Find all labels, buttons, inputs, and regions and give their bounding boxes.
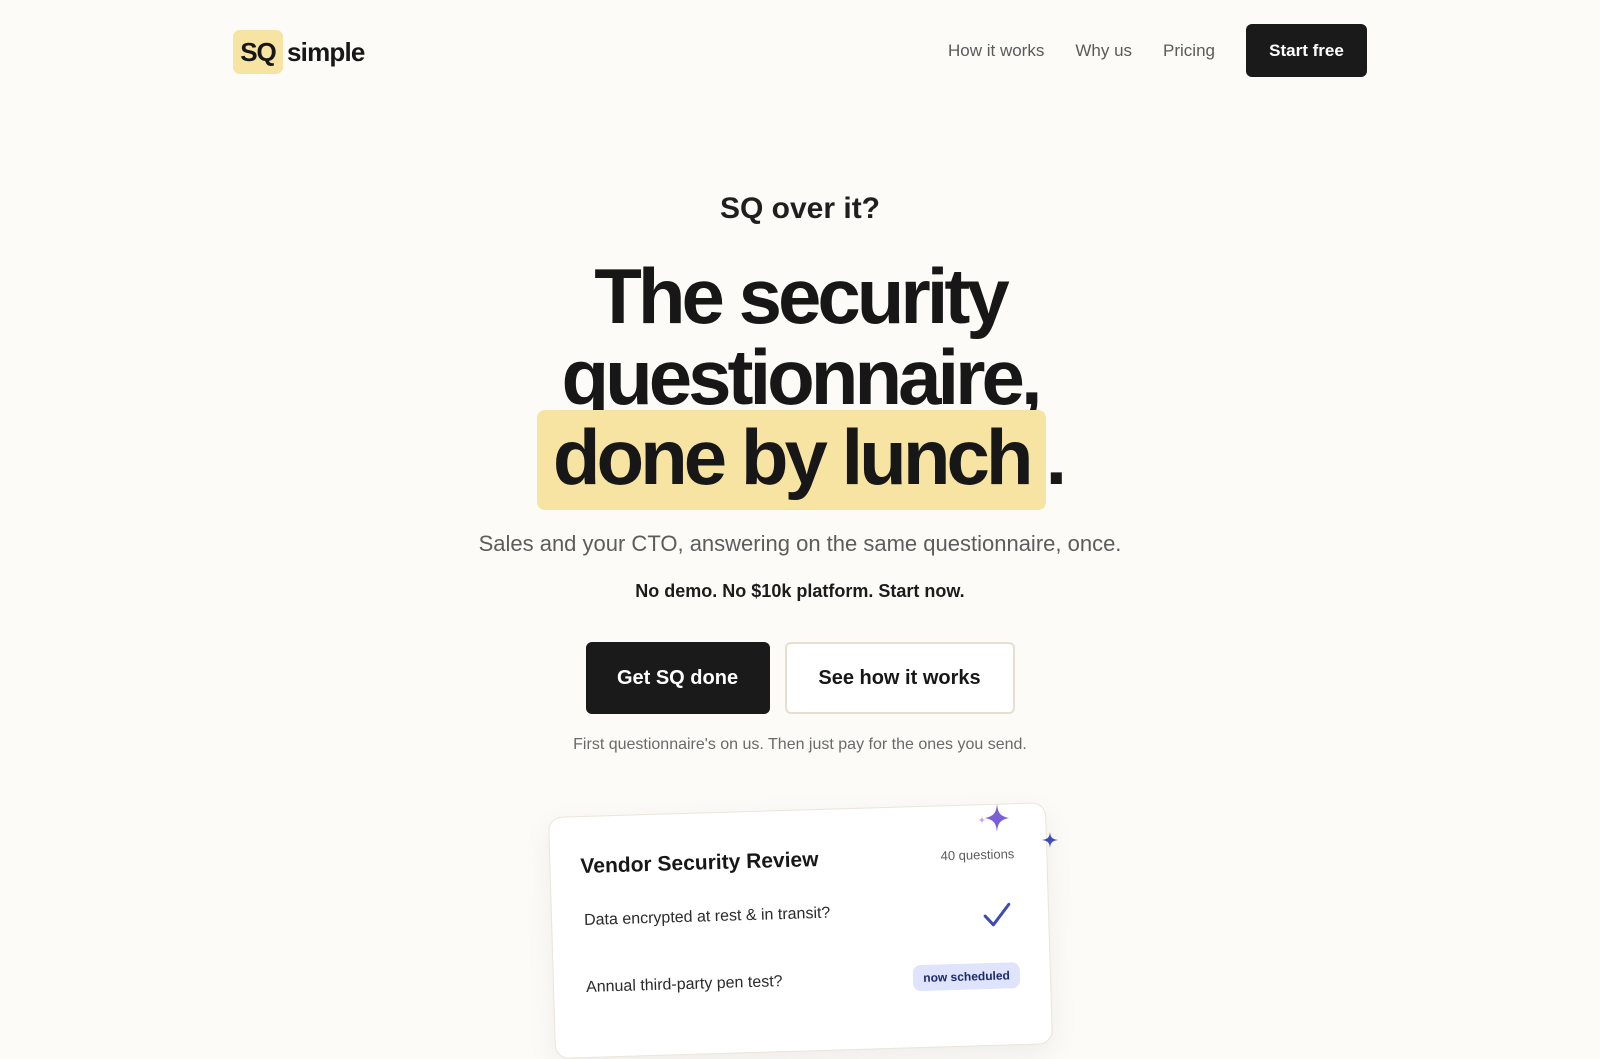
headline-line-1: The security [594,252,1010,340]
headline-line-2: questionnaire, [561,333,1042,421]
nav-why-us[interactable]: Why us [1075,41,1132,61]
nav-pricing[interactable]: Pricing [1163,41,1215,61]
hero-fineprint: First questionnaire's on us. Then just p… [573,736,1027,753]
get-sq-done-button[interactable]: Get SQ done [585,642,770,714]
see-how-it-works-button[interactable]: See how it works [784,642,1015,714]
hero-cta-row: Get SQ done See how it works [0,642,1600,714]
logo-wordmark: simple [287,36,365,67]
hero-tagline: No demo. No $10k platform. Start now. [635,581,965,601]
hero-subhead: Sales and your CTO, answering on the sam… [478,531,1122,556]
top-nav: How it works Why us Pricing Start free [948,24,1367,77]
headline-highlight: done by lunch [536,410,1046,510]
status-badge: now scheduled [912,962,1021,992]
check-icon [983,902,1011,927]
sparkle-icon [1042,832,1058,848]
start-free-button[interactable]: Start free [1246,24,1367,77]
sparkle-icon [978,804,1009,832]
card-title: Vendor Security Review [580,847,819,879]
nav-how-it-works[interactable]: How it works [948,41,1044,61]
question-item: Annual third-party pen test? [585,973,783,996]
question-count: 40 questions [940,846,1015,864]
headline-period: . [1045,413,1068,501]
hero-eyebrow: SQ over it? [719,192,881,225]
logo-mark: SQ [233,30,283,74]
question-item: Data encrypted at rest & in transit? [583,904,831,929]
logo[interactable]: SQ simple [233,30,365,74]
questionnaire-card: Vendor Security Review 40 questions Data… [548,802,1053,1059]
headline-line-3: done by lunch. [0,410,1600,510]
